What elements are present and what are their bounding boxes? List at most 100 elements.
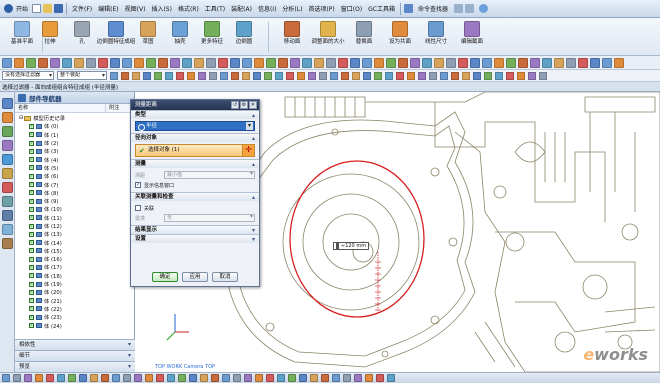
status-tool-icon[interactable] bbox=[255, 374, 263, 382]
constraint-navigator-icon[interactable] bbox=[1, 126, 13, 137]
visibility-checkbox[interactable]: ✓ bbox=[29, 190, 34, 196]
tree-feature-row[interactable]: ✓ 体 (20) bbox=[15, 288, 134, 296]
snap-point-icon[interactable] bbox=[275, 71, 283, 80]
snap-point-icon[interactable] bbox=[176, 71, 184, 80]
toolbar-command-icon[interactable] bbox=[326, 57, 336, 68]
toolbar-command-icon[interactable] bbox=[74, 57, 84, 68]
snap-point-icon[interactable] bbox=[473, 71, 481, 80]
status-tool-icon[interactable] bbox=[90, 374, 98, 382]
crosshair-icon[interactable]: ✛ bbox=[242, 145, 254, 156]
system-materials-icon[interactable] bbox=[1, 210, 13, 221]
tree-feature-row[interactable]: ✓ 体 (24) bbox=[15, 321, 134, 330]
roles-icon[interactable] bbox=[1, 196, 13, 207]
menu-format[interactable]: 格式(R) bbox=[175, 4, 202, 13]
menu-gc-toolbox[interactable]: GC工具箱 bbox=[365, 4, 398, 13]
status-tool-icon[interactable] bbox=[13, 374, 21, 382]
snap-point-icon[interactable] bbox=[286, 71, 294, 80]
command-finder-icon[interactable] bbox=[404, 4, 413, 13]
toolbar-command-icon[interactable] bbox=[182, 57, 192, 68]
status-tool-icon[interactable] bbox=[189, 374, 197, 382]
snap-point-icon[interactable] bbox=[374, 71, 382, 80]
status-tool-icon[interactable] bbox=[57, 374, 65, 382]
toolbar-command-icon[interactable] bbox=[26, 57, 36, 68]
help-icon[interactable] bbox=[479, 4, 489, 13]
snap-point-icon[interactable] bbox=[539, 71, 547, 80]
snap-point-icon[interactable] bbox=[110, 71, 118, 80]
undo-icon[interactable] bbox=[454, 4, 464, 13]
toolbar-command-icon[interactable] bbox=[2, 57, 12, 68]
start-button[interactable]: 开始 bbox=[0, 2, 31, 16]
status-tool-icon[interactable] bbox=[200, 374, 208, 382]
command-finder-label[interactable]: 命令查找器 bbox=[418, 4, 448, 13]
status-tool-icon[interactable] bbox=[211, 374, 219, 382]
toolbar-command-icon[interactable] bbox=[410, 57, 420, 68]
visibility-checkbox[interactable]: ✓ bbox=[29, 281, 34, 287]
snap-point-icon[interactable] bbox=[165, 71, 173, 80]
toolbar-command-icon[interactable] bbox=[38, 57, 48, 68]
toolbar-command-icon[interactable] bbox=[374, 57, 384, 68]
column-name[interactable]: 名称 bbox=[15, 104, 107, 112]
toolbar-command-icon[interactable] bbox=[134, 57, 144, 68]
snap-point-icon[interactable] bbox=[484, 71, 492, 80]
assembly-filter-dropdown[interactable]: 整个装配 bbox=[57, 71, 107, 80]
snap-point-icon[interactable] bbox=[462, 71, 470, 80]
snap-point-icon[interactable] bbox=[352, 71, 360, 80]
toolbar-command-icon[interactable] bbox=[446, 57, 456, 68]
toolbar-command-icon[interactable] bbox=[398, 57, 408, 68]
associative-checkbox[interactable] bbox=[135, 205, 141, 211]
section-results-display[interactable]: 结果显示 bbox=[131, 225, 259, 235]
edge-blend-button[interactable]: 边倒圆 bbox=[224, 21, 264, 55]
type-dropdown[interactable]: 半径 bbox=[135, 121, 255, 131]
snap-point-icon[interactable] bbox=[242, 71, 250, 80]
tree-feature-row[interactable]: ✓ 体 (7) bbox=[15, 180, 134, 189]
toolbar-command-icon[interactable] bbox=[362, 57, 372, 68]
new-file-icon[interactable] bbox=[32, 4, 42, 13]
resize-face-button[interactable]: 调整面的大小 bbox=[308, 21, 348, 55]
tree-feature-row[interactable]: ✓ 体 (16) bbox=[15, 255, 134, 263]
status-tool-icon[interactable] bbox=[68, 374, 76, 382]
toolbar-command-icon[interactable] bbox=[206, 57, 216, 68]
snap-point-icon[interactable] bbox=[517, 71, 525, 80]
section-radial-object[interactable]: 径向对象 bbox=[131, 133, 259, 143]
status-tool-icon[interactable] bbox=[167, 374, 175, 382]
snap-point-icon[interactable] bbox=[451, 71, 459, 80]
toolbar-command-icon[interactable] bbox=[554, 57, 564, 68]
tree-feature-row[interactable]: ✓ 体 (17) bbox=[15, 263, 134, 271]
visibility-checkbox[interactable]: ✓ bbox=[29, 289, 34, 295]
toolbar-command-icon[interactable] bbox=[422, 57, 432, 68]
toolbar-command-icon[interactable] bbox=[14, 57, 24, 68]
visibility-checkbox[interactable]: ✓ bbox=[29, 140, 34, 146]
snap-point-icon[interactable] bbox=[187, 71, 195, 80]
collapse-icon[interactable]: ⊟ bbox=[19, 115, 23, 121]
visibility-checkbox[interactable]: ✓ bbox=[29, 256, 34, 262]
snap-point-icon[interactable] bbox=[143, 71, 151, 80]
visibility-checkbox[interactable]: ✓ bbox=[29, 123, 34, 129]
visibility-checkbox[interactable]: ✓ bbox=[29, 198, 34, 204]
toolbar-command-icon[interactable] bbox=[530, 57, 540, 68]
toolbar-command-icon[interactable] bbox=[470, 57, 480, 68]
status-tool-icon[interactable] bbox=[46, 374, 54, 382]
status-tool-icon[interactable] bbox=[310, 374, 318, 382]
menu-insert[interactable]: 插入(S) bbox=[148, 4, 175, 13]
snap-point-icon[interactable] bbox=[506, 71, 514, 80]
toolbar-command-icon[interactable] bbox=[350, 57, 360, 68]
tree-root[interactable]: ⊟ 模型历史记录 bbox=[15, 114, 134, 122]
close-icon[interactable]: ✕ bbox=[249, 101, 257, 109]
toolbar-command-icon[interactable] bbox=[434, 57, 444, 68]
menu-edit[interactable]: 编辑(E) bbox=[95, 4, 121, 13]
status-tool-icon[interactable] bbox=[233, 374, 241, 382]
menu-view[interactable]: 视图(V) bbox=[122, 4, 149, 13]
menu-assembly[interactable]: 装配(A) bbox=[228, 4, 255, 13]
toolbar-command-icon[interactable] bbox=[482, 57, 492, 68]
move-face-button[interactable]: 移动面 bbox=[272, 21, 312, 55]
toolbar-command-icon[interactable] bbox=[86, 57, 96, 68]
details-panel[interactable]: 细节 bbox=[15, 350, 135, 361]
toolbar-command-icon[interactable] bbox=[302, 57, 312, 68]
tree-feature-row[interactable]: ✓ 体 (22) bbox=[15, 305, 134, 313]
snap-point-icon[interactable] bbox=[121, 71, 129, 80]
visibility-checkbox[interactable]: ✓ bbox=[29, 273, 34, 279]
preview-panel[interactable]: 预览 bbox=[15, 361, 135, 372]
snap-point-icon[interactable] bbox=[396, 71, 404, 80]
dependencies-panel[interactable]: 相依性 bbox=[15, 339, 135, 350]
visibility-checkbox[interactable]: ✓ bbox=[29, 323, 34, 329]
